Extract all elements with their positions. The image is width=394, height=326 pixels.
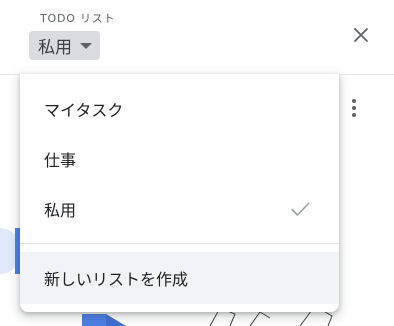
create-new-list-label: 新しいリストを作成 bbox=[44, 270, 189, 289]
list-dropdown-menu: マイタスク 仕事 私用 新しいリストを作成 bbox=[20, 74, 339, 312]
more-vert-icon-dot bbox=[352, 113, 356, 117]
more-options-button[interactable] bbox=[343, 95, 365, 121]
menu-item-label: 私用 bbox=[44, 201, 77, 220]
caret-down-icon bbox=[80, 42, 92, 49]
tasks-header: TODO リスト 私用 bbox=[0, 0, 394, 75]
create-new-list-button[interactable]: 新しいリストを作成 bbox=[20, 252, 339, 304]
more-vert-icon-dot bbox=[352, 106, 356, 110]
close-button[interactable] bbox=[346, 20, 376, 50]
menu-item-my-tasks[interactable]: マイタスク bbox=[20, 84, 339, 134]
menu-item-label: 仕事 bbox=[44, 151, 77, 170]
menu-item-work[interactable]: 仕事 bbox=[20, 134, 339, 184]
menu-item-label: マイタスク bbox=[44, 101, 124, 120]
more-vert-icon-dot bbox=[352, 99, 356, 103]
menu-item-personal[interactable]: 私用 bbox=[20, 184, 339, 234]
close-icon bbox=[354, 28, 368, 42]
check-icon bbox=[291, 202, 310, 216]
header-caption: TODO リスト bbox=[40, 12, 116, 25]
menu-divider bbox=[20, 243, 339, 244]
list-selector-button[interactable]: 私用 bbox=[29, 31, 100, 60]
current-list-label: 私用 bbox=[38, 38, 72, 58]
